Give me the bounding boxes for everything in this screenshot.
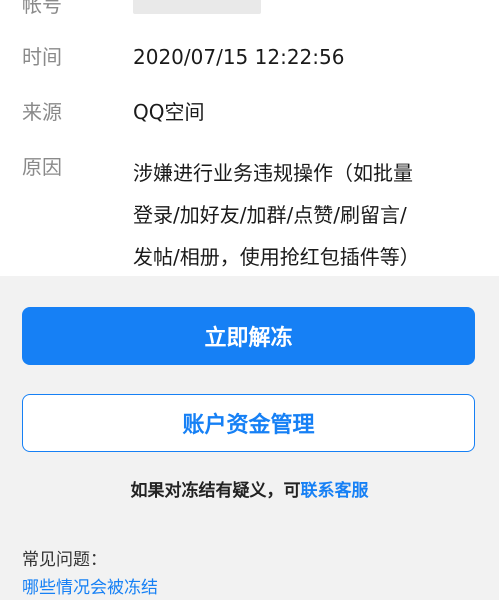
time-value: 2020/07/15 12:22:56 (133, 45, 345, 69)
source-label: 来源 (22, 100, 62, 124)
reason-value: 涉嫌进行业务违规操作（如批量 登录/加好友/加群/点赞/刷留言/ 发帖/相册，使… (133, 161, 420, 269)
contact-support-link[interactable]: 联系客服 (301, 481, 369, 501)
reason-label: 原因 (22, 155, 62, 179)
help-line: 如果对冻结有疑义，可联系客服 (0, 478, 499, 504)
source-value: QQ空间 (133, 100, 205, 124)
faq-title: 常见问题： (22, 550, 107, 570)
account-value-masked (133, 0, 261, 14)
account-info-card: 帐号 时间 2020/07/15 12:22:56 来源 QQ空间 原因 涉嫌进… (0, 0, 499, 276)
help-question-text: 如果对冻结有疑义，可 (130, 481, 301, 501)
fund-management-button[interactable]: 账户资金管理 (22, 394, 475, 452)
time-label: 时间 (22, 45, 62, 69)
account-label: 帐号 (22, 0, 62, 17)
unfreeze-button[interactable]: 立即解冻 (22, 307, 475, 365)
faq-link-freeze-reasons[interactable]: 哪些情况会被冻结 (22, 576, 158, 600)
